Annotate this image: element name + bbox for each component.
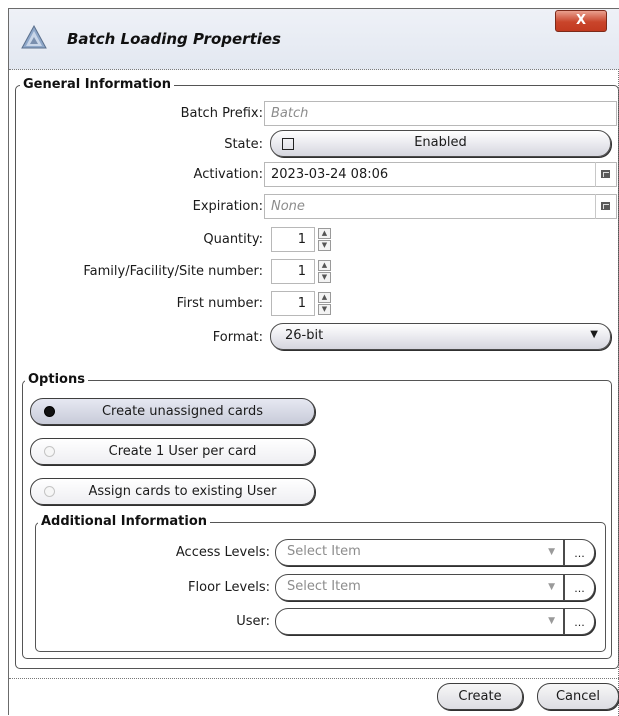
floor-levels-placeholder: Select Item <box>287 579 361 594</box>
radio-selected-icon <box>44 406 55 417</box>
activation-input[interactable]: 2023-03-24 08:06 <box>264 162 617 187</box>
title-bar: Batch Loading Properties X <box>9 9 619 70</box>
expiration-calendar-icon[interactable] <box>595 194 615 219</box>
general-information-title: General Information <box>20 77 174 92</box>
access-levels-combo[interactable]: Select Item ▼ <box>275 539 564 566</box>
floor-levels-dropdown-icon[interactable]: ▼ <box>548 582 555 592</box>
state-value: Enabled <box>414 135 467 150</box>
floor-levels-browse-button[interactable]: ... <box>564 574 595 601</box>
first-number-up-icon[interactable]: ▲ <box>318 292 331 303</box>
first-number-value[interactable]: 1 <box>271 291 315 316</box>
option-label: Create 1 User per card <box>108 444 257 459</box>
quantity-label: Quantity: <box>203 232 263 247</box>
facility-number-label: Family/Facility/Site number: <box>83 264 263 279</box>
user-label: User: <box>236 614 270 629</box>
quantity-up-icon[interactable]: ▲ <box>318 228 331 239</box>
option-label: Create unassigned cards <box>101 404 264 419</box>
create-button[interactable]: Create <box>437 683 523 710</box>
access-levels-label: Access Levels: <box>175 545 270 560</box>
format-dropdown-icon: ▼ <box>590 329 598 340</box>
option-create-unassigned[interactable]: Create unassigned cards <box>30 398 315 425</box>
option-label: Assign cards to existing User <box>88 484 277 499</box>
access-levels-placeholder: Select Item <box>287 544 361 559</box>
format-label: Format: <box>212 330 263 345</box>
additional-information-title: Additional Information <box>38 514 211 529</box>
quantity-down-icon[interactable]: ▼ <box>318 240 331 251</box>
format-value: 26-bit <box>285 328 324 343</box>
window-title: Batch Loading Properties <box>67 30 281 48</box>
format-select[interactable]: 26-bit ▼ <box>270 323 611 350</box>
quantity-stepper[interactable]: 1 ▲ ▼ <box>271 227 333 252</box>
facility-down-icon[interactable]: ▼ <box>318 272 331 283</box>
radio-unselected-icon <box>44 446 55 457</box>
quantity-value[interactable]: 1 <box>271 227 315 252</box>
state-toggle[interactable]: Enabled <box>270 130 611 157</box>
activation-calendar-icon[interactable] <box>595 162 615 187</box>
options-title: Options <box>25 372 88 387</box>
batch-loading-window: Batch Loading Properties X General Infor… <box>8 8 619 716</box>
footer-divider <box>9 678 619 679</box>
app-triangle-icon <box>21 25 47 49</box>
user-combo[interactable]: ▼ <box>275 608 564 635</box>
batch-prefix-input[interactable]: Batch <box>264 101 617 126</box>
batch-prefix-label: Batch Prefix: <box>180 106 263 121</box>
activation-label: Activation: <box>193 167 263 182</box>
cancel-button[interactable]: Cancel <box>537 683 619 710</box>
access-levels-browse-button[interactable]: ... <box>564 539 595 566</box>
facility-number-value[interactable]: 1 <box>271 259 315 284</box>
floor-levels-combo[interactable]: Select Item ▼ <box>275 574 564 601</box>
first-number-label: First number: <box>176 296 263 311</box>
close-button[interactable]: X <box>555 10 607 32</box>
access-levels-dropdown-icon[interactable]: ▼ <box>548 547 555 557</box>
facility-number-stepper[interactable]: 1 ▲ ▼ <box>271 259 333 284</box>
facility-up-icon[interactable]: ▲ <box>318 260 331 271</box>
state-label: State: <box>224 137 263 152</box>
first-number-stepper[interactable]: 1 ▲ ▼ <box>271 291 333 316</box>
expiration-input[interactable]: None <box>264 194 617 219</box>
first-number-down-icon[interactable]: ▼ <box>318 304 331 315</box>
floor-levels-label: Floor Levels: <box>188 580 270 595</box>
option-assign-existing-user[interactable]: Assign cards to existing User <box>30 478 315 505</box>
option-create-user-per-card[interactable]: Create 1 User per card <box>30 438 315 465</box>
user-browse-button[interactable]: ... <box>564 608 595 635</box>
user-dropdown-icon[interactable]: ▼ <box>548 616 555 626</box>
expiration-label: Expiration: <box>192 199 263 214</box>
radio-unselected-icon <box>44 486 55 497</box>
